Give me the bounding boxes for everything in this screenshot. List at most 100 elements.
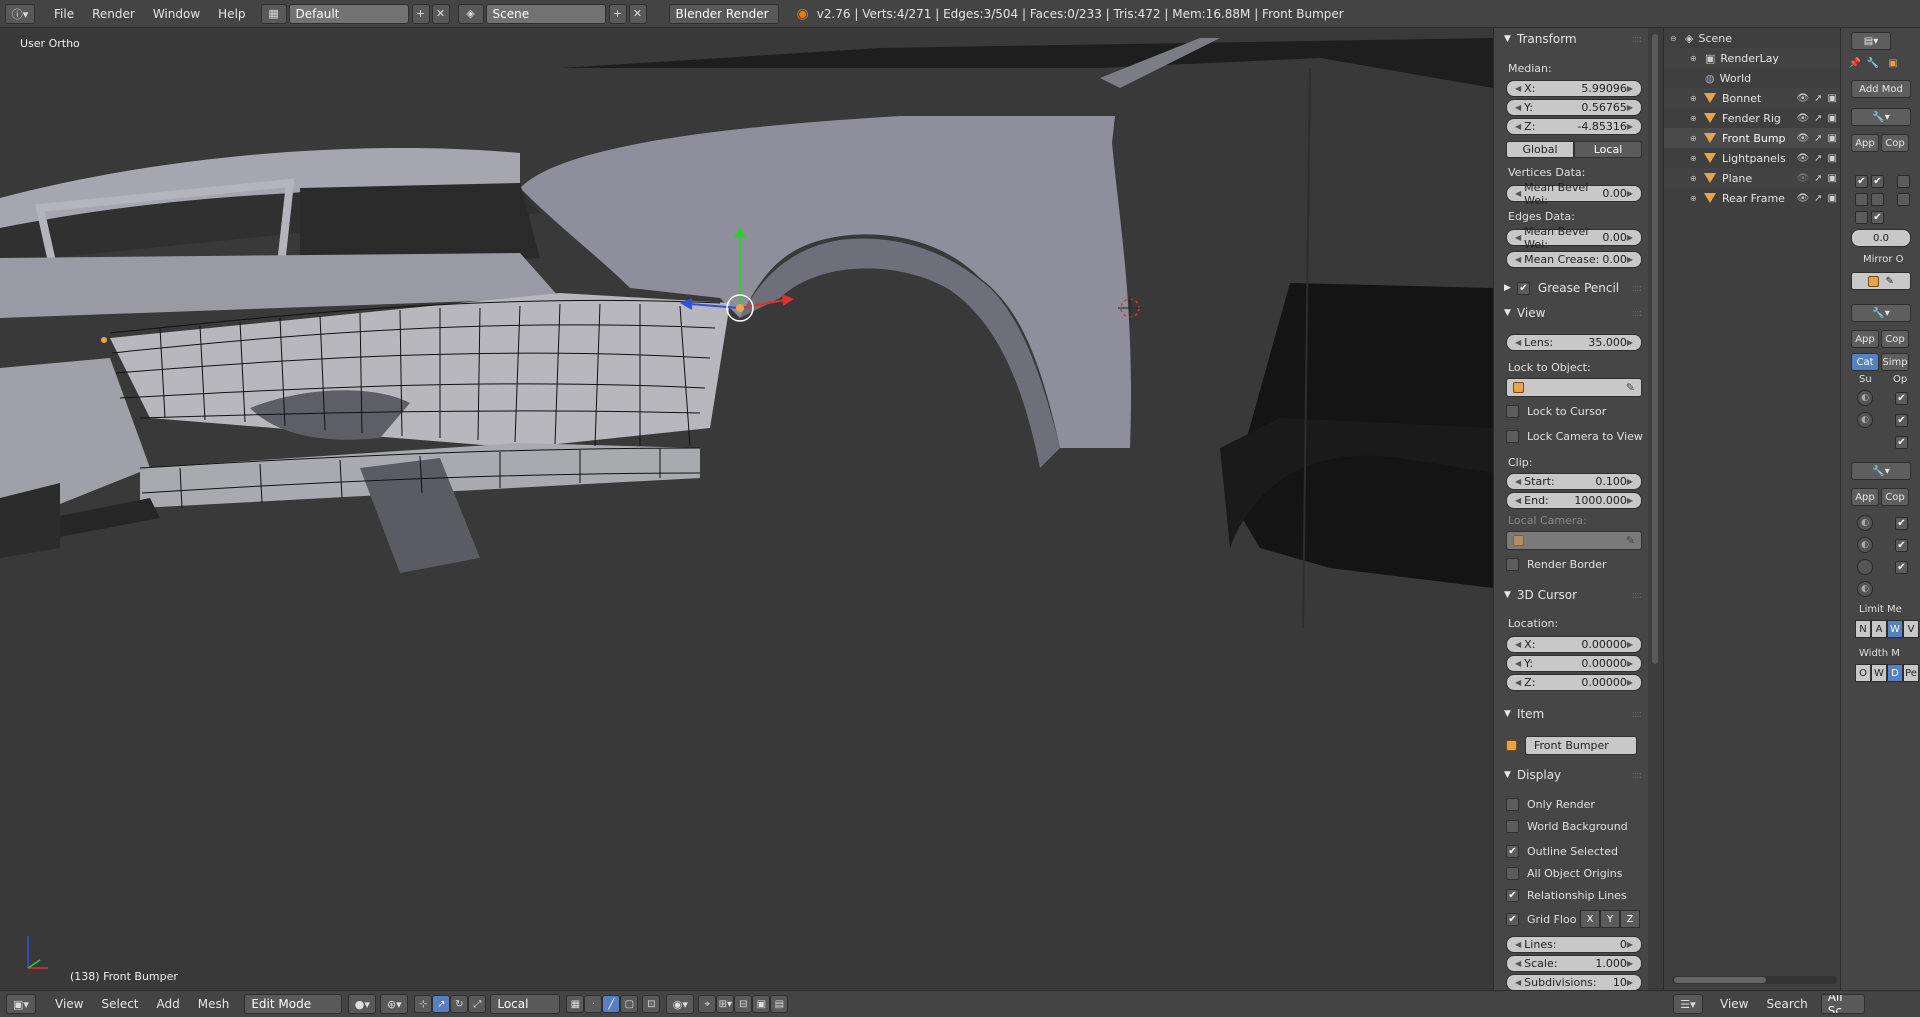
expand-icon[interactable]: ⊕ bbox=[1690, 174, 1700, 183]
bevel-field-3[interactable] bbox=[1857, 559, 1873, 575]
render-preview-icon[interactable]: ▣ bbox=[752, 995, 771, 1013]
editor-type-outliner-button[interactable]: ☰▾ bbox=[1673, 994, 1703, 1014]
axis-y-toggle[interactable]: Y bbox=[1600, 910, 1620, 928]
grid-floor-checkbox[interactable]: ✔ Grid Floo bbox=[1506, 913, 1576, 926]
median-z-field[interactable]: ◀ Z: -4.85316 ▶ bbox=[1506, 118, 1642, 135]
menu-help[interactable]: Help bbox=[209, 7, 254, 21]
option-checkbox-4[interactable] bbox=[1855, 211, 1868, 224]
width-offset[interactable]: O bbox=[1855, 664, 1871, 682]
all-object-origins-checkbox[interactable]: All Object Origins bbox=[1506, 867, 1622, 880]
subsurf-option-1[interactable]: ✔ bbox=[1895, 392, 1908, 405]
menu-mesh[interactable]: Mesh bbox=[189, 997, 239, 1011]
item-name-field[interactable]: Front Bumper bbox=[1525, 736, 1637, 755]
grease-pencil-checkbox[interactable]: ✔ bbox=[1516, 281, 1530, 295]
eye-icon[interactable]: 👁 bbox=[1796, 173, 1809, 184]
modifier-header-2[interactable]: 🔧▾ bbox=[1851, 304, 1911, 322]
3d-viewport[interactable]: User Ortho (138) Front Bumper bbox=[0, 28, 1493, 990]
mirror-object-field[interactable]: ✎ bbox=[1851, 272, 1911, 290]
bevel-option-3[interactable]: ✔ bbox=[1895, 561, 1908, 574]
grid-subdivisions-field[interactable]: ◀ Subdivisions: 10 ▶ bbox=[1506, 974, 1642, 990]
cursor-icon[interactable]: ➚ bbox=[1814, 193, 1822, 204]
render-border-checkbox[interactable]: Render Border bbox=[1506, 558, 1607, 571]
copy-button-3[interactable]: Cop bbox=[1881, 488, 1909, 506]
option-checkbox-2[interactable] bbox=[1871, 193, 1884, 206]
outliner-row-front-bumper[interactable]: ⊕ Front Bump 👁 ➚ ▣ bbox=[1664, 128, 1840, 148]
add-scene-button[interactable]: + bbox=[608, 3, 627, 24]
modifier-context-icon[interactable]: 🔧 bbox=[1865, 54, 1881, 72]
grip-icon[interactable]: :::: bbox=[1632, 709, 1643, 720]
edge-select-icon[interactable]: ╱ bbox=[602, 995, 621, 1013]
npanel-scrollbar[interactable] bbox=[1650, 28, 1660, 990]
axis-y-checkbox[interactable]: ✔ bbox=[1871, 175, 1884, 188]
grip-icon[interactable]: :::: bbox=[1632, 34, 1643, 45]
grid-lines-field[interactable]: ◀ Lines: 0 ▶ bbox=[1506, 936, 1642, 953]
option-checkbox-3[interactable] bbox=[1897, 193, 1910, 206]
viewport-scene[interactable] bbox=[0, 28, 1493, 990]
menu-render[interactable]: Render bbox=[83, 7, 144, 21]
mode-select[interactable]: Edit Mode bbox=[244, 994, 343, 1014]
copy-button-1[interactable]: Cop bbox=[1881, 134, 1909, 152]
expand-icon[interactable]: ⊕ bbox=[1690, 194, 1700, 203]
lock-camera-checkbox[interactable]: Lock Camera to View bbox=[1506, 430, 1643, 443]
simple-button[interactable]: Simp bbox=[1881, 353, 1909, 371]
limit-vgroup[interactable]: V bbox=[1903, 620, 1919, 638]
grip-icon[interactable]: :::: bbox=[1632, 770, 1643, 781]
expand-icon[interactable]: ⊕ bbox=[1690, 54, 1700, 63]
width-depth[interactable]: D bbox=[1887, 664, 1903, 682]
axis-z-checkbox[interactable] bbox=[1897, 175, 1910, 188]
object-context-icon[interactable]: ▣ bbox=[1885, 54, 1901, 72]
relationship-lines-checkbox[interactable]: ✔ Relationship Lines bbox=[1506, 889, 1627, 902]
editor-type-3d-button[interactable]: ▣▾ bbox=[6, 994, 36, 1014]
only-render-checkbox[interactable]: Only Render bbox=[1506, 798, 1595, 811]
lens-field[interactable]: ◀ Lens: 35.000 ▶ bbox=[1506, 334, 1642, 351]
grease-pencil-section-header[interactable]: ▶ ✔ Grease Pencil :::: bbox=[1494, 277, 1648, 299]
remove-scene-button[interactable]: ✕ bbox=[628, 3, 647, 24]
grid-scale-field[interactable]: ◀ Scale: 1.000 ▶ bbox=[1506, 955, 1642, 972]
outliner-menu-view[interactable]: View bbox=[1711, 997, 1757, 1011]
bevel-field-4[interactable]: ◐ bbox=[1857, 581, 1873, 597]
outliner-row-rear-frame[interactable]: ⊕ Rear Frame 👁 ➚ ▣ bbox=[1664, 188, 1840, 208]
menu-window[interactable]: Window bbox=[144, 7, 209, 21]
translate-manipulator-icon[interactable]: ↗ bbox=[432, 995, 451, 1013]
lock-object-field[interactable]: ✎ bbox=[1506, 378, 1642, 397]
cursor-x-field[interactable]: ◀ X: 0.00000 ▶ bbox=[1506, 636, 1642, 653]
axis-x-toggle[interactable]: X bbox=[1580, 910, 1600, 928]
cursor-icon[interactable]: ➚ bbox=[1814, 93, 1822, 104]
transform-orientation-select[interactable]: Local bbox=[490, 994, 561, 1014]
outliner-menu-search[interactable]: Search bbox=[1757, 997, 1816, 1011]
editor-type-info-button[interactable]: ⓘ▾ bbox=[5, 3, 35, 24]
apply-button-3[interactable]: App bbox=[1851, 488, 1879, 506]
expand-icon[interactable]: ⊕ bbox=[1690, 114, 1700, 123]
outliner-row-renderlayers[interactable]: ⊕ ▣ RenderLay bbox=[1664, 48, 1840, 68]
bevel-option-2[interactable]: ✔ bbox=[1895, 539, 1908, 552]
local-button[interactable]: Local bbox=[1574, 141, 1642, 158]
scene-field[interactable]: Scene bbox=[485, 3, 606, 24]
apply-button-1[interactable]: App bbox=[1851, 134, 1879, 152]
cursor-icon[interactable]: ➚ bbox=[1814, 153, 1822, 164]
render-icon[interactable]: ▣ bbox=[1828, 133, 1837, 144]
rotate-manipulator-icon[interactable]: ↻ bbox=[450, 995, 469, 1013]
global-button[interactable]: Global bbox=[1506, 141, 1574, 158]
render-icon[interactable]: ▣ bbox=[1828, 173, 1837, 184]
modifier-header-3[interactable]: 🔧▾ bbox=[1851, 462, 1911, 480]
proportional-edit-select[interactable]: ◉▾ bbox=[666, 994, 695, 1014]
add-layout-button[interactable]: + bbox=[411, 3, 430, 24]
menu-file[interactable]: File bbox=[45, 7, 83, 21]
scene-icon[interactable]: ◈ bbox=[457, 3, 484, 24]
option-checkbox-1[interactable] bbox=[1855, 193, 1868, 206]
outliner-display-mode-select[interactable]: All Sc bbox=[1820, 994, 1865, 1014]
view-section-header[interactable]: ▼ View :::: bbox=[1494, 302, 1648, 324]
bevel-field-2[interactable]: ◐ bbox=[1857, 537, 1873, 553]
vertex-select-icon[interactable]: · bbox=[584, 995, 603, 1013]
outliner-row-plane[interactable]: ⊕ Plane 👁 ➚ ▣ bbox=[1664, 168, 1840, 188]
view-levels-field[interactable]: ◐ bbox=[1857, 390, 1873, 406]
median-x-field[interactable]: ◀ X: 5.99096 ▶ bbox=[1506, 80, 1642, 97]
eye-icon[interactable]: 👁 bbox=[1796, 93, 1809, 104]
merge-distance-field[interactable]: 0.0 bbox=[1851, 229, 1911, 247]
bevel-field-1[interactable]: ◐ bbox=[1857, 515, 1873, 531]
item-section-header[interactable]: ▼ Item :::: bbox=[1494, 703, 1648, 725]
collapse-icon[interactable]: ⊖ bbox=[1670, 34, 1680, 43]
transform-section-header[interactable]: ▼ Transform :::: bbox=[1494, 28, 1648, 50]
screen-layout-field[interactable]: Default bbox=[288, 3, 409, 24]
expand-icon[interactable]: ⊕ bbox=[1690, 154, 1700, 163]
